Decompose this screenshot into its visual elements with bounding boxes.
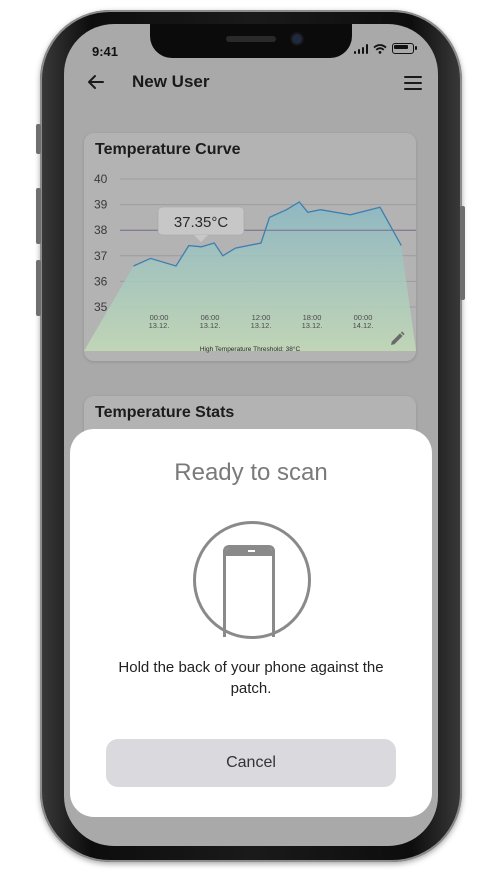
tooltip-value: 37.35°C bbox=[174, 214, 229, 231]
silent-switch bbox=[36, 124, 41, 154]
page-title: New User bbox=[132, 72, 210, 91]
battery-icon bbox=[392, 43, 417, 54]
y-tick-label: 39 bbox=[94, 198, 108, 212]
hamburger-menu-icon[interactable] bbox=[404, 76, 422, 90]
card-title: Temperature Stats bbox=[95, 404, 235, 421]
x-tick-date: 13.12. bbox=[251, 321, 272, 330]
scan-sheet: Ready to scan Hold the back of your phon… bbox=[70, 429, 432, 817]
sheet-title: Ready to scan bbox=[174, 459, 328, 486]
front-camera bbox=[292, 34, 302, 44]
tooltip-pointer bbox=[194, 235, 208, 242]
phone-scan-icon bbox=[193, 521, 311, 639]
temperature-curve-card: Temperature Curve 40 39 38 37 36 35 00:00 13.12… bbox=[84, 133, 416, 361]
x-tick-date: 13.12. bbox=[149, 321, 170, 330]
y-tick-label: 36 bbox=[94, 274, 108, 288]
scan-instructions: Hold the back of your phone against the … bbox=[118, 659, 384, 697]
threshold-label: High Temperature Threshold: 38°C bbox=[200, 345, 301, 353]
phone-screen: 9:41 New User Temperature Curve 40 39 38 37… bbox=[64, 24, 438, 846]
y-tick-label: 35 bbox=[94, 300, 108, 314]
app-bar: New User bbox=[64, 68, 438, 98]
back-arrow-icon[interactable] bbox=[86, 68, 106, 99]
temperature-chart: 40393837363500:0013.12.06:0013.12.12:001… bbox=[84, 172, 416, 353]
y-tick-label: 38 bbox=[94, 223, 108, 237]
power-button bbox=[460, 206, 465, 300]
status-icons bbox=[353, 43, 417, 54]
y-tick-label: 37 bbox=[94, 249, 108, 263]
signal-icon bbox=[353, 43, 368, 54]
volume-up-button bbox=[36, 188, 41, 244]
notch bbox=[150, 24, 352, 58]
speaker bbox=[226, 36, 276, 42]
status-time: 9:41 bbox=[92, 44, 119, 59]
cancel-button[interactable]: Cancel bbox=[106, 739, 396, 787]
x-tick-date: 13.12. bbox=[200, 321, 221, 330]
x-tick-date: 13.12. bbox=[302, 321, 323, 330]
x-tick-date: 14.12. bbox=[353, 321, 374, 330]
wifi-icon bbox=[373, 43, 387, 54]
y-tick-label: 40 bbox=[94, 172, 108, 186]
volume-down-button bbox=[36, 260, 41, 316]
pencil-icon[interactable] bbox=[388, 330, 406, 353]
